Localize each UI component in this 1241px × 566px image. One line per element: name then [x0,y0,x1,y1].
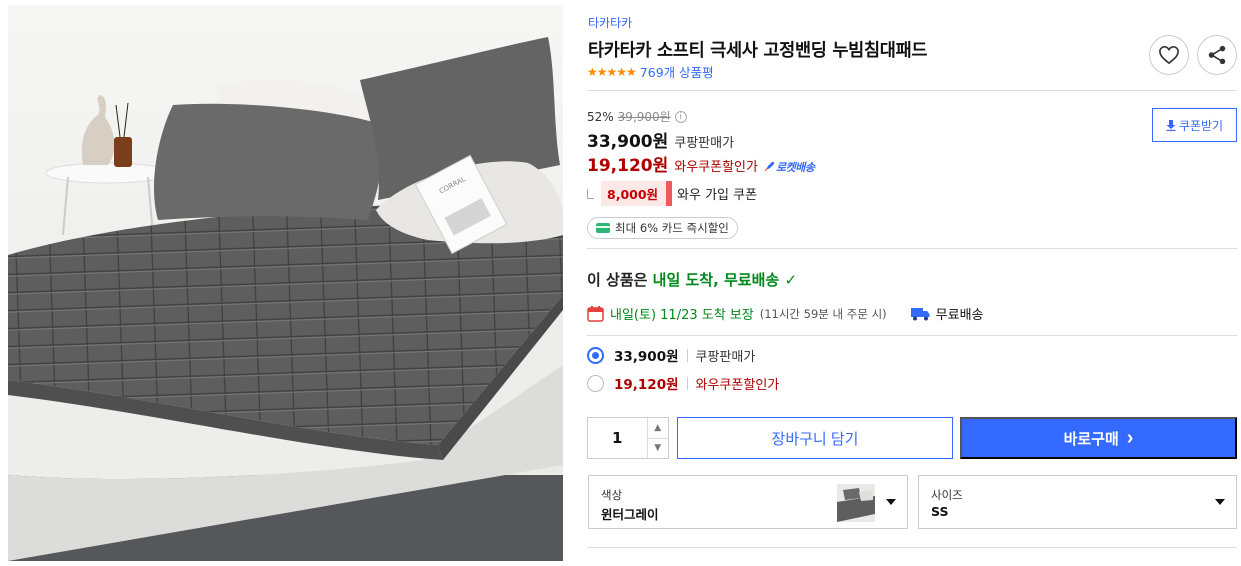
order-cutoff: (11시간 59분 내 주문 시) [759,306,887,321]
option-label: 와우쿠폰할인가 [695,377,780,393]
size-select-value: SS [931,504,949,519]
card-discount-pill[interactable]: 최대 6% 카드 즉시할인 [587,217,738,239]
coupon-text: 와우 가입 쿠폰 [677,188,758,203]
calendar-icon [587,306,604,322]
separator [686,376,688,390]
product-title: 타카타카 소프티 극세사 고정밴딩 누빔침대패드 [588,41,928,61]
quantity-down-button[interactable]: ▼ [647,437,668,459]
color-select-label: 색상 [601,488,623,502]
divider [587,90,1237,91]
price-option-1[interactable]: 33,900원 쿠팡판매가 [587,345,755,365]
radio-button[interactable] [587,374,604,392]
wow-coupon-row: 8,000원 와우 가입 쿠폰 [587,181,757,206]
product-info-panel: 타카타카 타카타카 소프티 극세사 고정밴딩 누빔침대패드 ★★★★★ 769개… [587,0,1237,566]
free-shipping-text: 무료배송 [935,308,984,323]
divider [587,335,1237,336]
color-select-value: 윈터그레이 [601,507,659,522]
quantity-arrows: ▲ ▼ [646,418,668,459]
card-discount-text: 최대 6% 카드 즉시할인 [615,221,729,235]
coupon-button-label: 쿠폰받기 [1178,118,1224,133]
option-price: 33,900원 [614,349,679,365]
wishlist-button[interactable] [1149,35,1189,75]
color-thumbnail-illustration [837,484,875,522]
check-icon: ✓ [784,271,798,289]
wow-price-row: 19,120원 와우쿠폰할인가 로켓배송 [587,151,815,176]
separator [686,348,688,362]
product-photo-illustration: CORRAL [8,5,563,561]
price-option-2[interactable]: 19,120원 와우쿠폰할인가 [587,373,779,393]
chevron-right-icon: › [1126,427,1134,449]
option-label: 쿠팡판매가 [695,349,756,365]
sale-price-label: 쿠팡판매가 [674,136,735,151]
delivery-headline-highlight: 내일 도착, 무료배송 [652,271,780,289]
color-thumbnail [837,484,875,522]
download-icon [1166,119,1176,131]
size-select-label: 사이즈 [931,488,963,502]
review-count-link[interactable]: 769개 상품평 [640,62,714,81]
rating-row[interactable]: ★★★★★ 769개 상품평 [587,62,714,81]
buy-now-button[interactable]: 바로구매 › [960,417,1237,459]
caret-down-icon [1215,499,1225,505]
radio-button-selected[interactable] [587,346,604,364]
share-icon [1208,45,1226,65]
tree-corner [587,188,594,199]
sale-price-row: 33,900원 쿠팡판매가 [587,127,734,152]
divider [587,248,1237,249]
quantity-up-button[interactable]: ▲ [648,418,668,438]
quantity-stepper: 1 ▲ ▼ [587,417,669,459]
quantity-input[interactable]: 1 [588,418,647,458]
coupon-amount-tag: 8,000원 [601,181,673,206]
share-button[interactable] [1197,35,1237,75]
rating-stars: ★★★★★ [587,64,637,79]
heart-icon [1159,45,1179,65]
delivery-headline: 이 상품은 내일 도착, 무료배송 ✓ [587,269,797,290]
size-option-select[interactable]: 사이즈 SS [918,475,1237,529]
divider [587,547,1237,548]
credit-card-icon [596,223,610,233]
info-icon[interactable]: i [674,110,687,123]
color-option-select[interactable]: 색상 윈터그레이 [588,475,908,529]
rocket-badge-text: 로켓배송 [775,161,815,174]
wow-price: 19,120원 [587,156,669,176]
product-image: CORRAL [8,5,563,561]
truck-icon [910,307,930,320]
brand-link[interactable]: 타카타카 [588,14,632,31]
buy-now-label: 바로구매 [1063,430,1119,448]
caret-down-icon [886,499,896,505]
rocket-icon [764,162,774,172]
delivery-headline-prefix: 이 상품은 [587,271,653,289]
discount-rate: 52% [587,109,614,124]
add-to-cart-button[interactable]: 장바구니 담기 [677,417,953,459]
arrival-guarantee: 내일(토) 11/23 도착 보장 [610,308,754,323]
original-price: 39,900원 [617,110,671,124]
wow-price-label: 와우쿠폰할인가 [674,160,758,175]
delivery-info-row: 내일(토) 11/23 도착 보장 (11시간 59분 내 주문 시) 무료배송 [587,304,984,323]
coupon-download-button[interactable]: 쿠폰받기 [1152,108,1237,142]
discount-row: 52% 39,900원 i [587,108,687,125]
sale-price: 33,900원 [587,132,669,152]
option-price: 19,120원 [614,377,679,393]
rocket-delivery-badge: 로켓배송 [764,159,815,175]
